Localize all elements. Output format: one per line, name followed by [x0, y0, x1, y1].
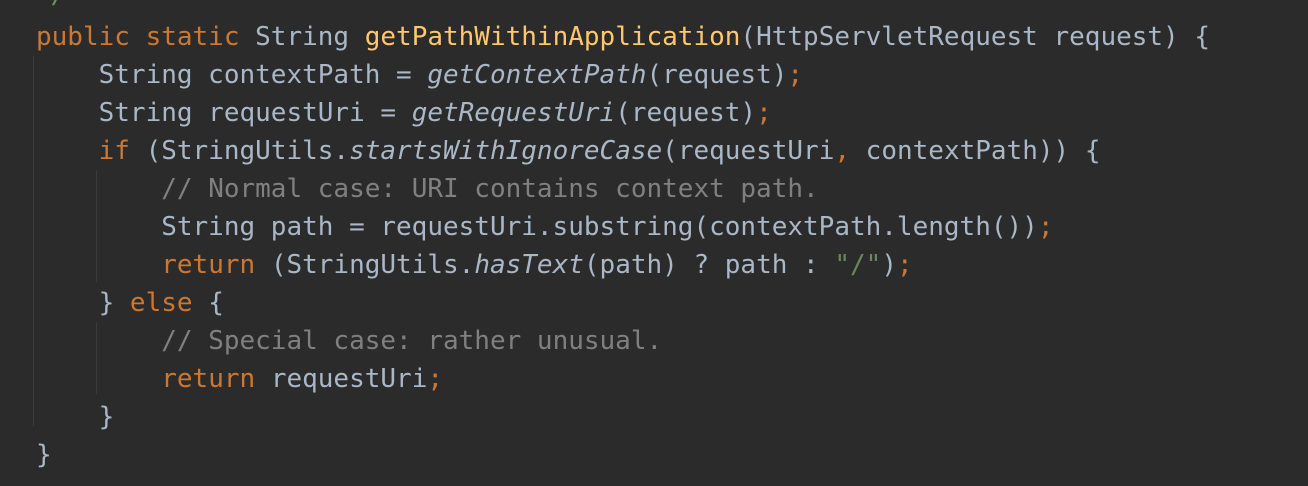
code-token: { — [208, 288, 224, 318]
code-editor[interactable]: */ public static String getPathWithinApp… — [0, 0, 1308, 486]
code-token: hasText — [474, 250, 584, 280]
indent-guide — [33, 56, 34, 426]
code-token: startsWithIgnoreCase — [349, 136, 663, 166]
code-token: String contextPath = — [36, 60, 428, 90]
code-token: (path) ? path : — [583, 250, 835, 280]
code-token: contextPath)) { — [865, 136, 1101, 166]
code-token: ; — [787, 60, 804, 90]
code-token: ; — [896, 250, 913, 280]
code-token: } — [36, 288, 130, 318]
code-line[interactable]: String requestUri = getRequestUri(reques… — [36, 94, 772, 132]
code-token: // Normal case: URI contains context pat… — [161, 174, 819, 204]
code-token: String — [255, 22, 365, 52]
code-line[interactable]: public static String getPathWithinApplic… — [36, 18, 1210, 56]
code-token: return — [161, 250, 271, 280]
code-line[interactable]: String contextPath = getContextPath(requ… — [36, 56, 803, 94]
code-line[interactable]: return (StringUtils.hasText(path) ? path… — [36, 246, 913, 284]
code-token: , — [834, 136, 866, 166]
code-token: getContextPath — [427, 60, 647, 90]
code-line[interactable]: // Normal case: URI contains context pat… — [36, 170, 819, 208]
code-token: ; — [1037, 212, 1054, 242]
code-line[interactable]: String path = requestUri.substring(conte… — [36, 208, 1053, 246]
code-line[interactable]: return requestUri; — [36, 360, 443, 398]
code-token: public static — [36, 22, 256, 52]
code-line[interactable]: // Special case: rather unusual. — [36, 322, 662, 360]
code-token: ; — [756, 98, 772, 128]
code-token: String requestUri = — [36, 98, 412, 128]
code-token: (HttpServletRequest request) { — [740, 22, 1211, 52]
code-token: } — [36, 440, 52, 470]
code-token: else — [129, 288, 209, 318]
code-line[interactable]: if (StringUtils.startsWithIgnoreCase(req… — [36, 132, 1101, 170]
code-token: ; — [427, 364, 444, 394]
code-token: // Special case: rather unusual. — [161, 326, 663, 356]
code-token: (request) — [646, 60, 788, 90]
code-token: (StringUtils. — [270, 250, 475, 280]
code-token: getPathWithinApplication — [364, 22, 741, 52]
code-token: (StringUtils. — [145, 136, 350, 166]
code-line[interactable]: } — [36, 398, 115, 436]
code-token: (requestUri — [662, 136, 835, 166]
code-token: "/" — [834, 250, 882, 280]
code-token: getRequestUri — [411, 98, 616, 128]
code-token: return — [161, 364, 271, 394]
code-token: } — [36, 402, 115, 432]
doc-comment-end: */ — [36, 0, 67, 14]
code-line[interactable]: } else { — [36, 284, 224, 322]
code-token: if — [98, 136, 146, 166]
code-line[interactable]: } — [36, 436, 52, 474]
code-token: requestUri — [270, 364, 428, 394]
code-token: ) — [881, 250, 897, 280]
code-token: String path = requestUri.substring(conte… — [36, 212, 1038, 242]
code-token: (request) — [615, 98, 757, 128]
